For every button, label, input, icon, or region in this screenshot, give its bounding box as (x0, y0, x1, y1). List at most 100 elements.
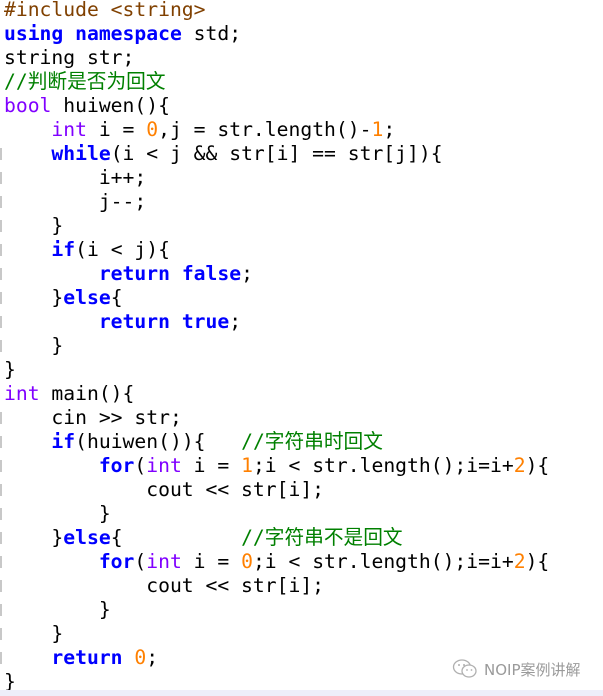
fold-marker (0, 412, 2, 424)
code-line: } (0, 622, 549, 646)
wechat-icon (452, 659, 477, 678)
code-text: string str; (4, 46, 135, 69)
code-text: main(){ (39, 382, 135, 405)
keyword: return (98, 310, 170, 333)
code-text: ; (229, 310, 242, 333)
code-text: } (4, 334, 64, 357)
fold-marker (0, 628, 2, 640)
code-text: i = (181, 454, 242, 477)
fold-marker (0, 604, 2, 616)
code-text: (huiwen()){ (75, 430, 242, 453)
keyword: if (51, 238, 76, 261)
code-text: cin >> str; (4, 406, 182, 429)
watermark-text: NOIP案例讲解 (484, 660, 581, 679)
code-text: ;i < str.length();i=i+ (252, 550, 514, 573)
code-text: cout << str[i]; (4, 478, 325, 501)
code-line: while(i < j && str[i] == str[j]){ (0, 142, 549, 166)
code-line: //判断是否为回文 (4, 70, 549, 94)
code-line: cout << str[i]; (0, 478, 549, 502)
keyword: using (4, 22, 64, 45)
type-keyword: int (146, 550, 182, 573)
code-editor[interactable]: #include <string> using namespace std; str… (0, 0, 550, 694)
code-line: string str; (4, 46, 549, 70)
code-line: cin >> str; (0, 406, 549, 430)
code-text: ( (134, 454, 147, 477)
code-line: if(i < j){ (0, 238, 549, 262)
code-line: j--; (0, 190, 549, 214)
code-text: i++; (4, 166, 147, 189)
fold-marker (0, 148, 2, 160)
code-line: return false; (0, 262, 549, 286)
fold-marker (0, 268, 2, 280)
code-line: cout << str[i]; (0, 574, 549, 598)
code-text: ; (241, 262, 253, 285)
code-text: ){ (525, 550, 550, 573)
preprocessor-directive: #include <string> (4, 0, 206, 21)
comment: //判断是否为回文 (4, 70, 166, 93)
code-line: }else{ (0, 286, 549, 310)
code-text: i = (86, 118, 147, 141)
code-line: } (0, 214, 549, 238)
fold-marker (0, 556, 2, 568)
number-literal: 0 (241, 550, 253, 573)
keyword: namespace (75, 22, 182, 45)
number-literal: 1 (241, 454, 253, 477)
number-literal: 0 (134, 646, 147, 669)
code-line: int i = 0,j = str.length()-1; (4, 118, 549, 142)
code-text: huiwen(){ (51, 94, 170, 117)
code-line: for(int i = 1;i < str.length();i=i+2){ (0, 454, 549, 478)
number-literal: 1 (371, 118, 384, 141)
number-literal: 2 (513, 550, 526, 573)
fold-marker (0, 460, 2, 472)
fold-marker (0, 508, 2, 520)
code-text: { (110, 286, 123, 309)
fold-marker (0, 652, 2, 664)
code-text: ,j = str.length()- (158, 118, 372, 141)
fold-marker (0, 220, 2, 232)
code-text: cout << str[i]; (4, 574, 325, 597)
code-line: int main(){ (4, 382, 549, 406)
bottom-strip (0, 690, 603, 696)
comment: //字符串时回文 (241, 430, 383, 453)
code-text: (i < j && str[i] == str[j]){ (110, 142, 443, 165)
code-text: } (4, 526, 64, 549)
code-line: for(int i = 0;i < str.length();i=i+2){ (0, 550, 550, 574)
code-line: return true; (0, 310, 549, 334)
code-line: if(huiwen()){ //字符串时回文 (0, 430, 549, 454)
number-literal: 2 (513, 454, 526, 477)
type-keyword: int (51, 118, 87, 141)
fold-marker (0, 580, 2, 592)
fold-marker (0, 532, 2, 544)
keyword: for (98, 550, 135, 573)
code-line: #include <string> (4, 0, 549, 22)
fold-marker (0, 292, 2, 304)
keyword: false (181, 262, 242, 285)
code-text: ( (134, 550, 147, 573)
code-line: i++; (0, 166, 549, 190)
comment: //字符串不是回文 (241, 526, 403, 549)
code-text: } (4, 622, 64, 645)
keyword: else (63, 286, 111, 309)
fold-marker (0, 484, 2, 496)
code-text: ; (383, 118, 396, 141)
fold-marker (0, 172, 2, 184)
keyword: if (51, 430, 76, 453)
code-text: } (4, 286, 64, 309)
fold-marker (0, 340, 2, 352)
code-text: { (110, 526, 242, 549)
code-text: j--; (4, 190, 147, 213)
code-line: } (0, 502, 549, 526)
keyword: return (98, 262, 170, 285)
watermark: NOIP案例讲解 (452, 658, 581, 680)
code-text: (i < j){ (75, 238, 170, 261)
keyword: return (51, 646, 123, 669)
